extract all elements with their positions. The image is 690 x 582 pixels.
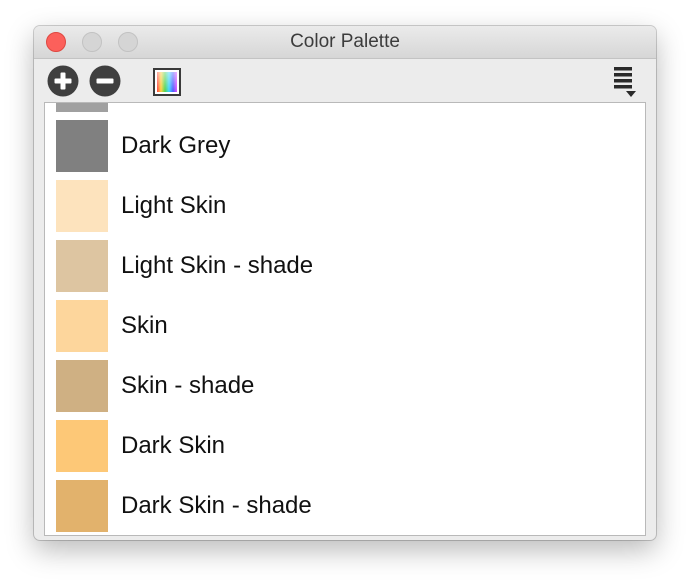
palette-item[interactable]: Dark Grey (45, 120, 645, 180)
palette-item[interactable]: Dark Skin - shade (45, 480, 645, 535)
plus-circle-icon (47, 65, 79, 97)
color-name-label: Skin - shade (121, 372, 255, 399)
minus-circle-icon (89, 65, 121, 97)
color-name-label: Skin (121, 312, 168, 339)
color-picker-button[interactable] (152, 67, 182, 97)
palette-item[interactable]: Light Skin - shade (45, 240, 645, 300)
color-name-label: Light Skin (121, 192, 227, 219)
color-name-label: Light Skin - shade (121, 252, 314, 279)
remove-color-button[interactable] (88, 64, 122, 98)
color-palette-window: Color Palette Dark Grey Light Skin Light… (34, 26, 656, 540)
toolbar (34, 59, 656, 102)
palette-item[interactable]: Skin (45, 300, 645, 360)
color-picker-icon (153, 68, 181, 96)
color-name-label: Dark Grey (121, 132, 231, 159)
color-swatch[interactable] (56, 420, 108, 472)
color-swatch[interactable] (56, 180, 108, 232)
palette-item[interactable]: Light Skin (45, 180, 645, 240)
color-swatch[interactable] (56, 240, 108, 292)
palette-menu-button[interactable] (612, 65, 638, 99)
color-name-label: Dark Skin (121, 432, 226, 459)
list-menu-icon (614, 67, 636, 97)
color-swatch[interactable] (56, 300, 108, 352)
palette-list[interactable]: Dark Grey Light Skin Light Skin - shade Ski… (44, 102, 646, 536)
palette-item[interactable]: Dark Skin (45, 420, 645, 480)
color-swatch[interactable] (56, 480, 108, 532)
add-color-button[interactable] (46, 64, 80, 98)
partial-color-swatch[interactable] (56, 103, 108, 112)
color-name-label: Dark Skin - shade (121, 492, 312, 519)
palette-item[interactable]: Skin - shade (45, 360, 645, 420)
color-swatch[interactable] (56, 120, 108, 172)
title-bar[interactable]: Color Palette (34, 26, 656, 59)
window-title: Color Palette (290, 31, 400, 52)
color-swatch[interactable] (56, 360, 108, 412)
